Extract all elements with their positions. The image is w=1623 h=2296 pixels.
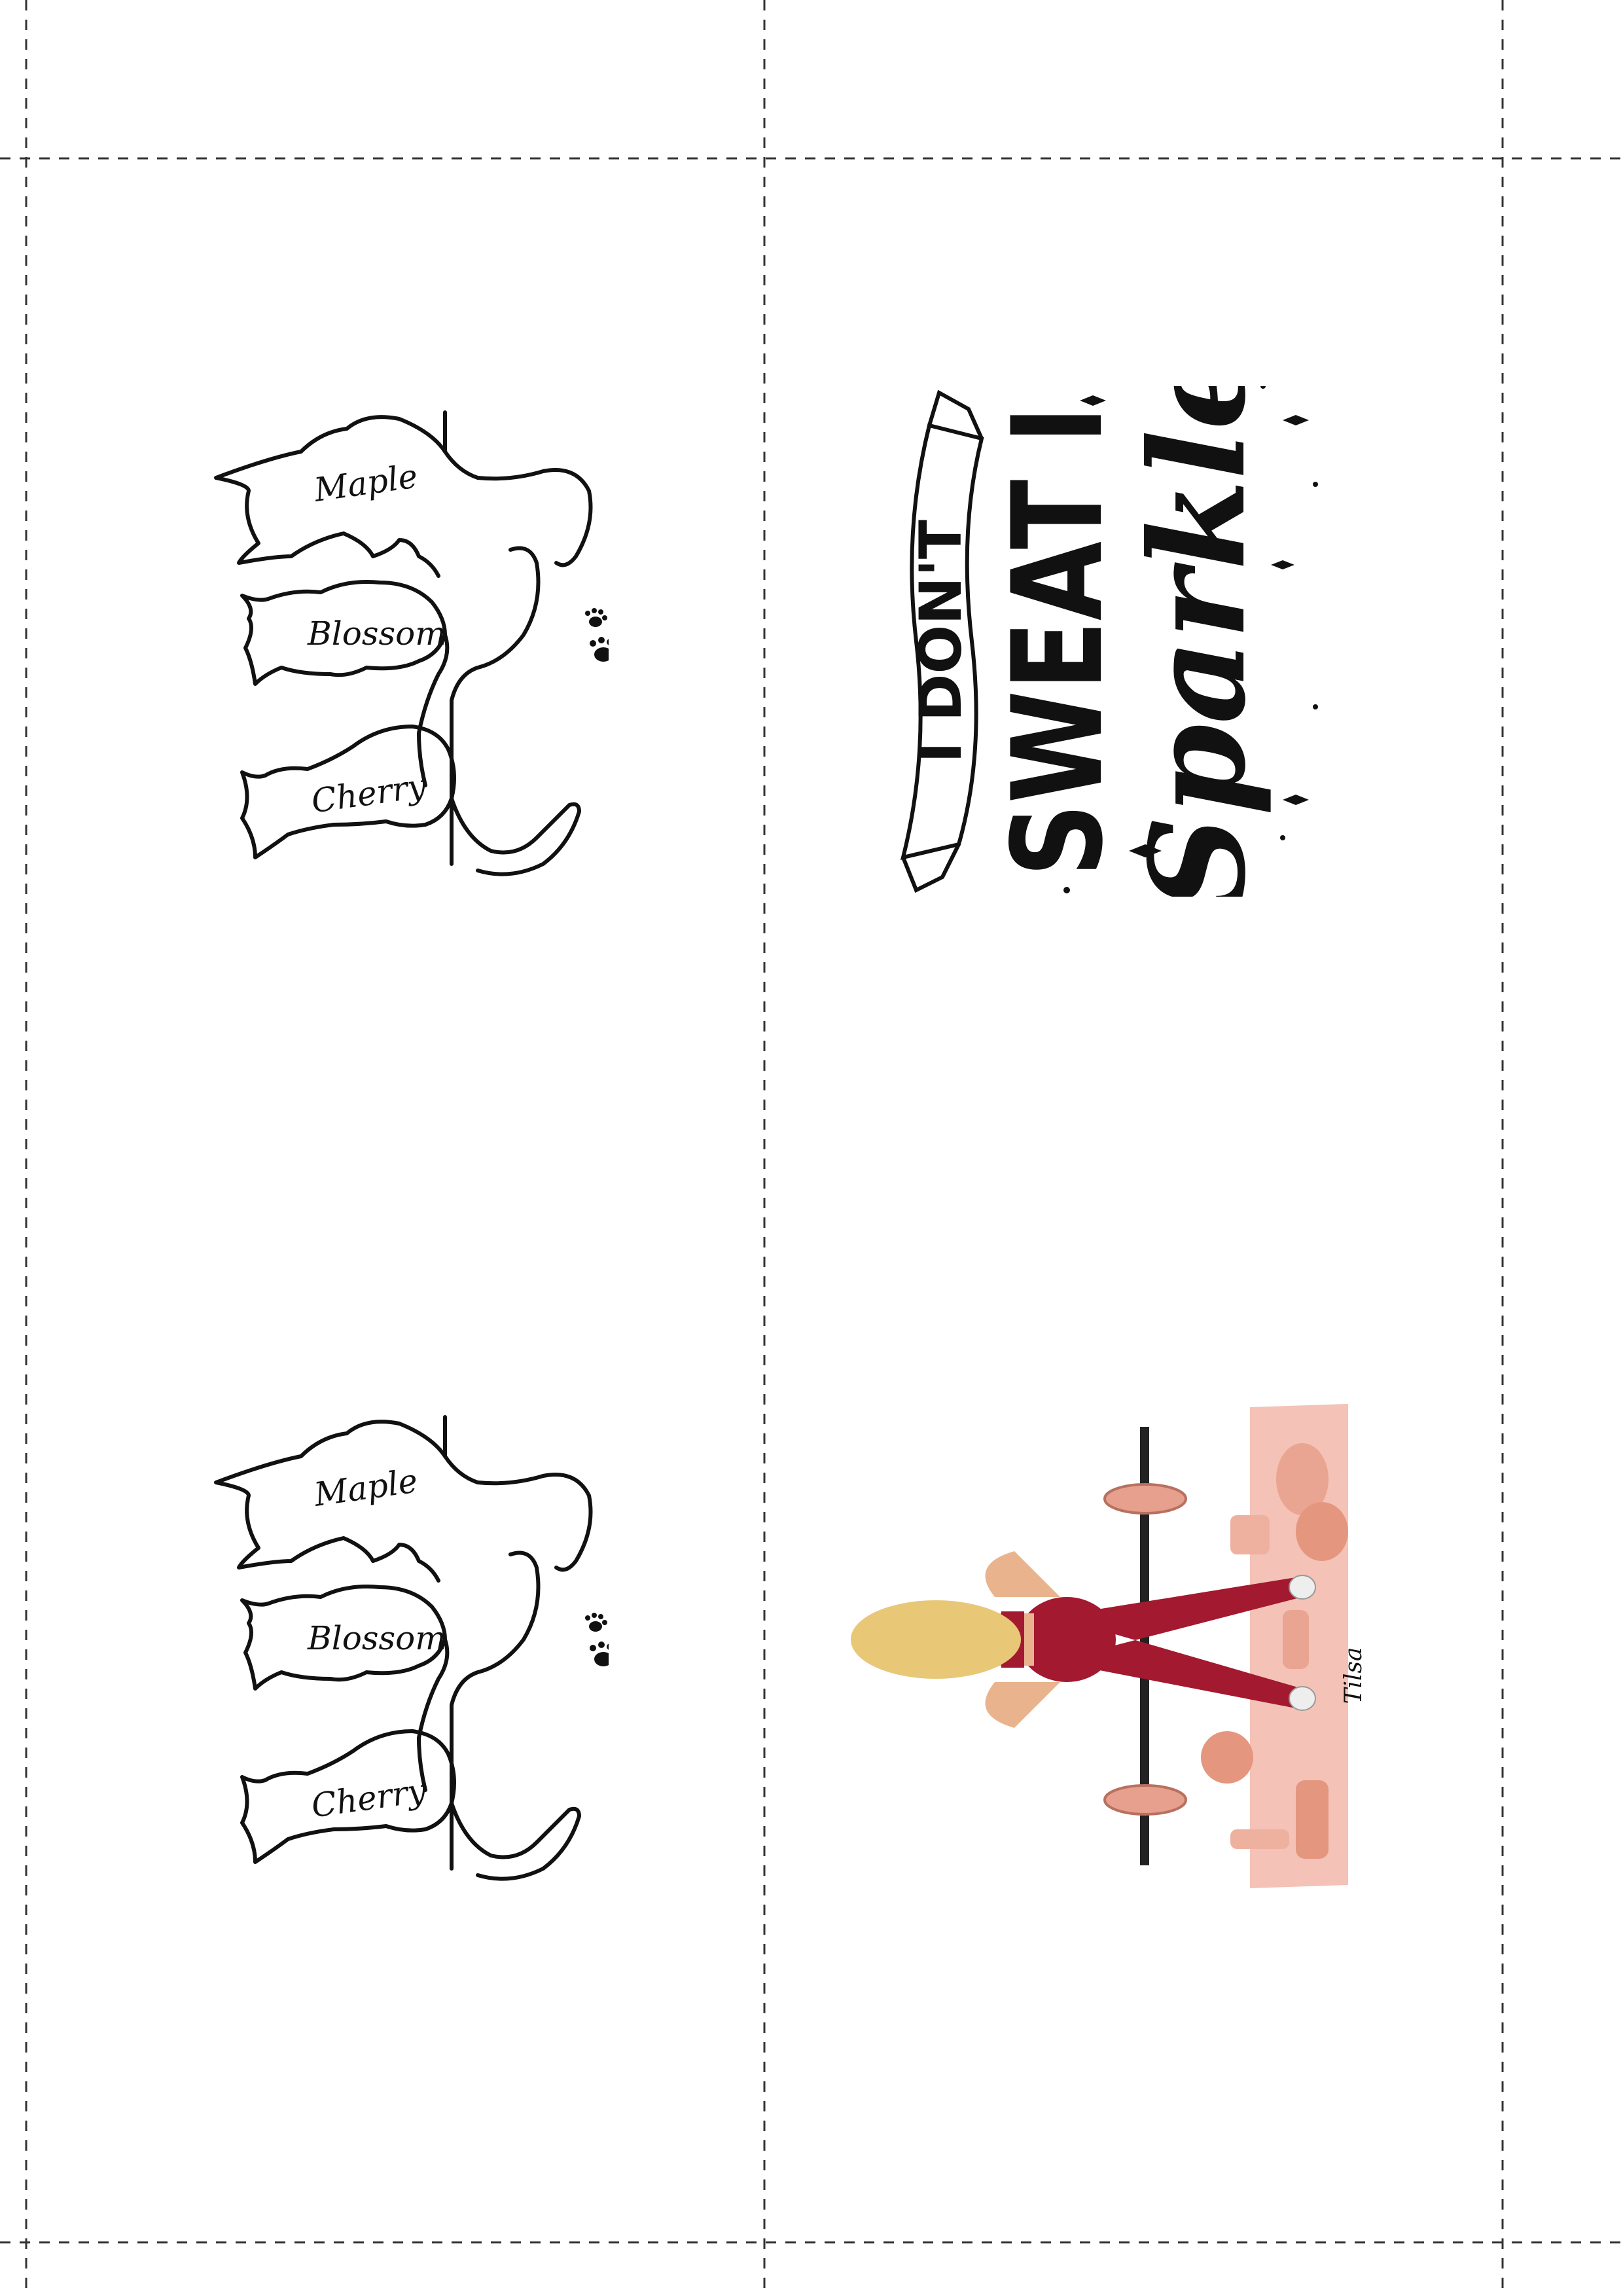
kettlebell [1201, 1731, 1253, 1784]
cut-guides [0, 0, 1623, 2296]
artist-signature: Tilsa [1340, 1647, 1367, 1704]
cat-tail-bottom [450, 1801, 581, 1881]
barbell-plate-top [1103, 1483, 1187, 1515]
cat-design-2: Maple Blossom Cherry [214, 1415, 609, 1881]
cat-name-top: Maple [311, 1462, 419, 1514]
dumbbell-pair [1283, 1610, 1309, 1669]
quote-banner-text: I DON'T [907, 520, 974, 763]
cat-name-middle: Blossom [307, 615, 446, 653]
cat-tail-bottom [450, 797, 581, 876]
cat-name-bottom: Cherry [309, 766, 429, 820]
paw-prints-icon [585, 1613, 609, 1666]
print-sheet: Maple Blossom Cherry Maple Blossom Cherr… [0, 0, 1623, 2296]
barbell-plate-bottom [1103, 1784, 1187, 1816]
shoe-top [1289, 1575, 1316, 1600]
cat-name-bottom: Cherry [309, 1771, 429, 1825]
shoe-bottom [1289, 1686, 1316, 1711]
gym-design: Tilsa [851, 1404, 1367, 1888]
woman-hair [851, 1600, 1021, 1679]
cat-name-middle: Blossom [307, 1619, 446, 1657]
cat-connector [450, 1551, 541, 1871]
water-bottle [1230, 1829, 1289, 1849]
quote-script-word: Sparkle [1121, 386, 1275, 897]
quote-line-2: SWEAT I [986, 406, 1130, 877]
paw-prints-icon [585, 608, 609, 662]
kettlebell-box [1230, 1515, 1270, 1554]
cat-name-top: Maple [311, 457, 419, 509]
resistance-band [1296, 1780, 1329, 1859]
boxing-glove [1296, 1502, 1348, 1561]
quote-design: I DON'T SWEAT I Sparkle [900, 386, 1318, 897]
cat-connector [450, 546, 541, 866]
cat-design-1: Maple Blossom Cherry [214, 410, 609, 876]
